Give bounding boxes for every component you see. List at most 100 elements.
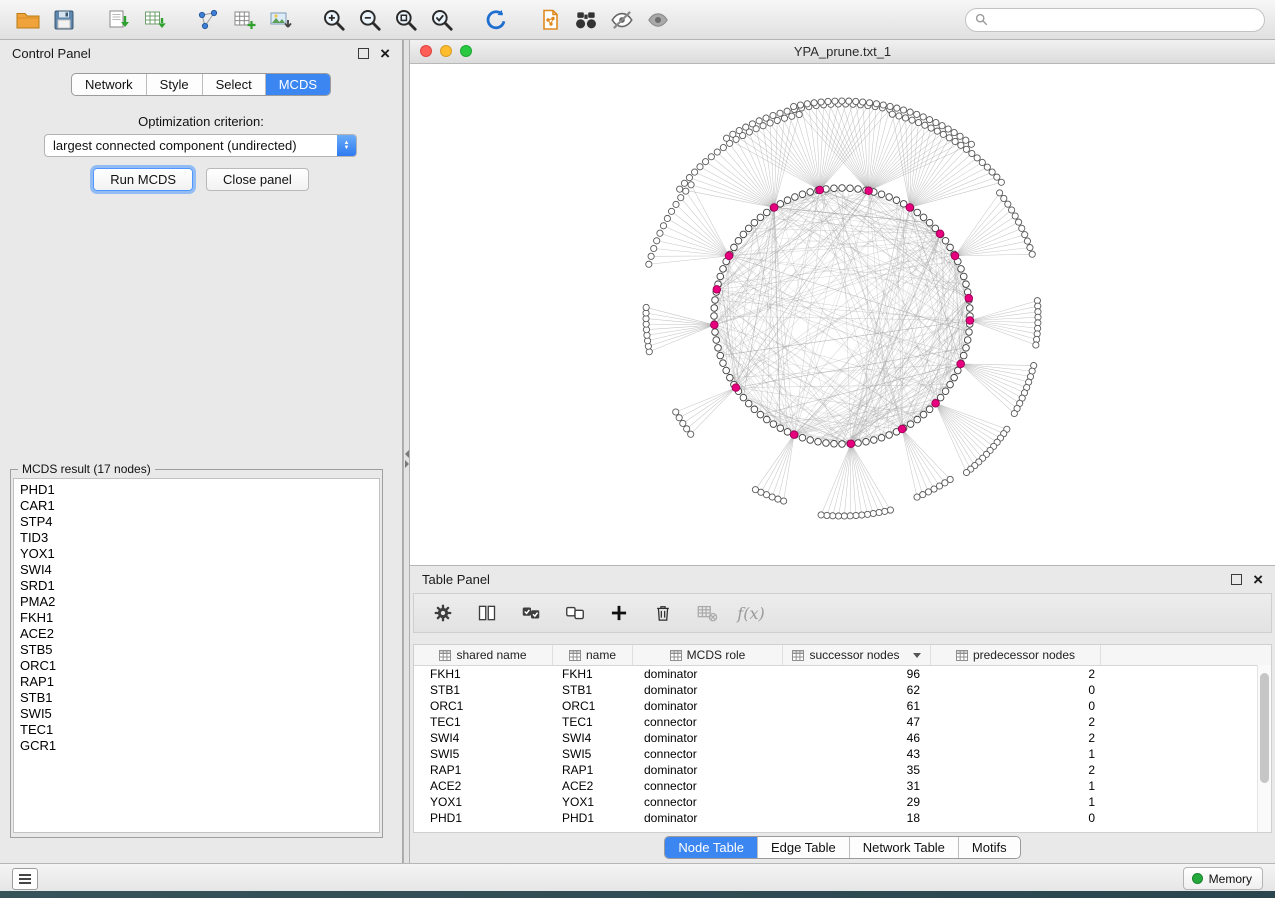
show-graphics-details-button[interactable] <box>640 4 676 36</box>
graph-node <box>657 230 663 236</box>
column-header-name[interactable]: name <box>553 645 633 665</box>
graph-node <box>866 100 872 106</box>
table-settings-button[interactable] <box>430 599 456 627</box>
table-row[interactable]: STB1STB1dominator620 <box>414 682 1271 698</box>
mcds-result-item[interactable]: SWI4 <box>20 562 379 578</box>
open-session-button[interactable] <box>10 4 46 36</box>
tab-network[interactable]: Network <box>72 74 147 95</box>
desktop-background-strip <box>0 891 1275 898</box>
search-input[interactable] <box>994 12 1255 28</box>
close-window-button[interactable] <box>420 45 432 57</box>
zoom-out-button[interactable] <box>352 4 388 36</box>
close-table-panel-icon[interactable]: × <box>1253 571 1263 588</box>
mcds-result-item[interactable]: GCR1 <box>20 738 379 754</box>
memory-button[interactable]: Memory <box>1183 867 1263 890</box>
task-history-button[interactable] <box>12 868 38 890</box>
table-row[interactable]: SWI4SWI4dominator462 <box>414 730 1271 746</box>
new-table-button[interactable] <box>226 4 262 36</box>
import-network-from-file-button[interactable] <box>100 4 136 36</box>
column-header-predecessor-nodes[interactable]: predecessor nodes <box>931 645 1101 665</box>
new-network-button[interactable] <box>190 4 226 36</box>
import-table-from-file-button[interactable] <box>136 4 172 36</box>
column-header-successor-nodes[interactable]: successor nodes <box>783 645 931 665</box>
collapse-right-icon[interactable] <box>405 460 409 468</box>
mcds-result-item[interactable]: TEC1 <box>20 722 379 738</box>
deselect-all-button[interactable] <box>562 599 588 627</box>
mcds-result-item[interactable]: FKH1 <box>20 610 379 626</box>
hide-selected-button[interactable] <box>604 4 640 36</box>
table-row[interactable]: YOX1YOX1connector291 <box>414 794 1271 810</box>
add-column-button[interactable] <box>606 599 632 627</box>
mcds-result-item[interactable]: RAP1 <box>20 674 379 690</box>
export-image-button[interactable] <box>262 4 298 36</box>
table-row[interactable]: RAP1RAP1dominator352 <box>414 762 1271 778</box>
graph-dominator-node <box>713 286 721 294</box>
apply-layout-button[interactable] <box>478 4 514 36</box>
zoom-in-button[interactable] <box>316 4 352 36</box>
column-header-mcds-role[interactable]: MCDS role <box>633 645 783 665</box>
tab-style[interactable]: Style <box>147 74 203 95</box>
table-scrollbar[interactable] <box>1257 665 1271 832</box>
splitter-collapse-icons[interactable] <box>404 448 409 470</box>
tab-mcds[interactable]: MCDS <box>266 74 330 95</box>
criterion-dropdown[interactable]: largest connected component (undirected)… <box>44 134 357 157</box>
column-header-shared-name[interactable]: shared name <box>414 645 553 665</box>
table-row[interactable]: SWI5SWI5connector431 <box>414 746 1271 762</box>
graph-node <box>712 297 719 304</box>
float-table-panel-icon[interactable] <box>1231 574 1242 585</box>
network-from-selection-button[interactable] <box>532 4 568 36</box>
tab-node-table[interactable]: Node Table <box>665 837 758 858</box>
mcds-result-item[interactable]: STB5 <box>20 642 379 658</box>
graph-dominator-node <box>816 186 824 194</box>
table-cell: STB1 <box>414 683 553 697</box>
tab-edge-table[interactable]: Edge Table <box>758 837 850 858</box>
table-row[interactable]: ACE2ACE2connector311 <box>414 778 1271 794</box>
eye-slash-icon <box>609 7 635 33</box>
mcds-result-item[interactable]: STP4 <box>20 514 379 530</box>
mcds-result-item[interactable]: SRD1 <box>20 578 379 594</box>
mcds-result-item[interactable]: SWI5 <box>20 706 379 722</box>
tab-network-table[interactable]: Network Table <box>850 837 959 858</box>
minimize-window-button[interactable] <box>440 45 452 57</box>
table-row[interactable]: PHD1PHD1dominator180 <box>414 810 1271 826</box>
first-neighbors-button[interactable] <box>568 4 604 36</box>
collapse-left-icon[interactable] <box>405 450 409 458</box>
float-panel-icon[interactable] <box>358 48 369 59</box>
table-row[interactable]: FKH1FKH1dominator962 <box>414 666 1271 682</box>
graph-edge <box>820 105 861 190</box>
network-canvas[interactable] <box>410 64 1275 566</box>
save-session-button[interactable] <box>46 4 82 36</box>
mcds-result-item[interactable]: STB1 <box>20 690 379 706</box>
mcds-result-item[interactable]: ACE2 <box>20 626 379 642</box>
show-columns-button[interactable] <box>474 599 500 627</box>
run-mcds-button[interactable]: Run MCDS <box>93 168 193 191</box>
graph-node <box>966 329 973 336</box>
panel-splitter[interactable] <box>403 40 410 863</box>
graph-node <box>914 416 921 423</box>
graph-node <box>717 273 724 280</box>
graph-node <box>708 154 714 160</box>
table-cell: dominator <box>633 699 783 713</box>
table-cell: 0 <box>931 811 1101 825</box>
mcds-result-item[interactable]: PMA2 <box>20 594 379 610</box>
tab-select[interactable]: Select <box>203 74 266 95</box>
tab-motifs[interactable]: Motifs <box>959 837 1020 858</box>
table-row[interactable]: ORC1ORC1dominator610 <box>414 698 1271 714</box>
table-row[interactable]: TEC1TEC1connector472 <box>414 714 1271 730</box>
mcds-result-item[interactable]: ORC1 <box>20 658 379 674</box>
table-scrollbar-thumb[interactable] <box>1260 673 1269 783</box>
zoom-fit-button[interactable] <box>388 4 424 36</box>
mcds-result-item[interactable]: PHD1 <box>20 482 379 498</box>
table-cell: FKH1 <box>414 667 553 681</box>
zoom-selected-button[interactable] <box>424 4 460 36</box>
network-window-titlebar[interactable]: YPA_prune.txt_1 <box>410 40 1275 64</box>
close-panel-icon[interactable]: × <box>380 45 390 62</box>
mcds-result-item[interactable]: CAR1 <box>20 498 379 514</box>
mcds-result-item[interactable]: YOX1 <box>20 546 379 562</box>
graph-edge <box>784 435 794 501</box>
maximize-window-button[interactable] <box>460 45 472 57</box>
mcds-result-item[interactable]: TID3 <box>20 530 379 546</box>
select-all-button[interactable] <box>518 599 544 627</box>
delete-column-button[interactable] <box>650 599 676 627</box>
close-panel-button[interactable]: Close panel <box>206 168 309 191</box>
